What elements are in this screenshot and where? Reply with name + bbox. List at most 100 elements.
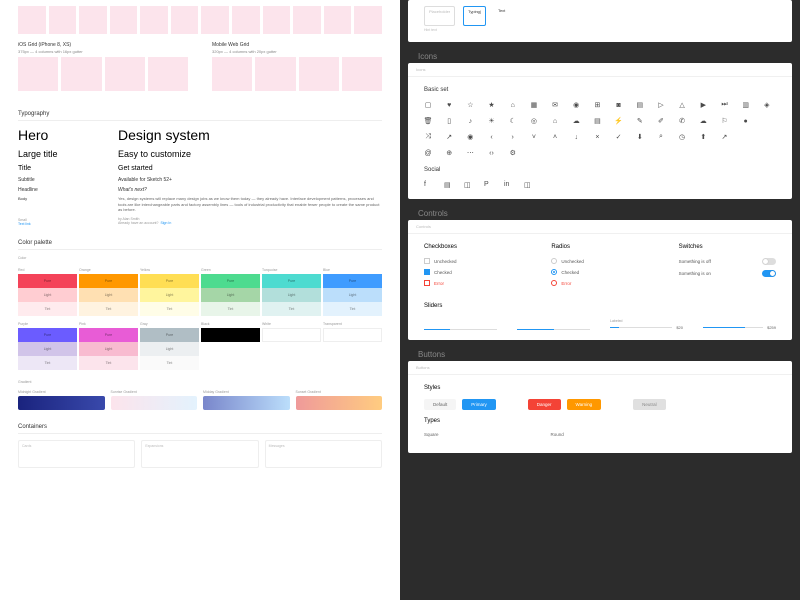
pencil-icon: ✎	[636, 117, 644, 125]
buttons-breadcrumb: Buttons	[408, 361, 792, 375]
bell-icon: ✉	[551, 101, 559, 109]
share-social-icon: ◫	[524, 181, 532, 189]
large-title-sample: Large title	[18, 149, 118, 159]
external-icon: ↗	[720, 133, 728, 141]
skip-icon: ⏭	[720, 101, 728, 109]
chevron-up-icon: ˄	[551, 133, 559, 141]
radio-unchecked[interactable]: Unchecked	[551, 258, 648, 264]
cart-icon: ▤	[636, 101, 644, 109]
swatch-red: RedPureLightTint	[18, 268, 77, 316]
hero-text: Design system	[118, 127, 382, 143]
body-text: Yes, design systems will replace many de…	[118, 196, 382, 213]
twitter-icon: ▤	[444, 181, 452, 189]
slider-basic[interactable]	[424, 329, 497, 331]
sun-icon: ☀	[488, 117, 496, 125]
controls-breadcrumb: Controls	[408, 220, 792, 234]
textlink-sample[interactable]: Text link	[18, 222, 118, 226]
typing-input[interactable]: Typing|	[463, 6, 486, 26]
icon-grid: ▢♥☆★⌂▦✉◉⊞◙▤▷△▶⏭▥◈🗑▯♪☀☾◎⌂☁▤⚡✎✐✆☁⚐●⤨↗◉‹›˅˄…	[424, 101, 776, 157]
star-icon: ★	[488, 101, 496, 109]
null2-icon	[742, 133, 750, 141]
ios-grid-sub: 375px — 4 columns with 16px gutter	[18, 49, 188, 54]
square-label: Square	[424, 432, 439, 437]
checkbox-checked[interactable]: Checked	[424, 269, 521, 275]
checkboxes-title: Checkboxes	[424, 244, 521, 250]
switch-off[interactable]: Something is off	[679, 258, 776, 265]
swatch-pink: PinkPureLightTint	[79, 322, 138, 370]
home-icon: ⌂	[551, 117, 559, 125]
tag-icon: ⌂	[509, 101, 517, 109]
icons-breadcrumb: Icons	[408, 63, 792, 77]
grid-row-top	[18, 6, 382, 34]
dots-icon: ⋯	[466, 149, 474, 157]
hero-sample: Hero	[18, 127, 118, 143]
radios-title: Radios	[551, 244, 648, 250]
title-sample: Title	[18, 165, 118, 172]
warning-button[interactable]: Warning	[567, 399, 602, 410]
search-icon: ⌕	[657, 133, 665, 141]
swatch-gray: GrayPureLightTint	[140, 322, 199, 370]
slider-mid[interactable]	[517, 329, 590, 331]
chevron-down-icon: ˅	[530, 133, 538, 141]
round-label: Round	[551, 432, 564, 437]
radio-error[interactable]: Error	[551, 280, 648, 286]
facebook-icon: f	[424, 181, 432, 189]
social-title: Social	[424, 167, 776, 173]
swatch-transparent: Transparent	[323, 322, 382, 370]
pinterest-icon: P	[484, 181, 492, 189]
styles-title: Styles	[424, 385, 776, 391]
instagram-icon: ◫	[464, 181, 472, 189]
award-icon: ⚐	[720, 117, 728, 125]
types-title: Types	[424, 418, 776, 424]
shuffle-icon: ⤨	[424, 133, 432, 141]
primary-button[interactable]: Primary	[462, 399, 496, 410]
close-icon: ×	[593, 133, 601, 141]
arrow-down-icon: ↓	[572, 133, 580, 141]
mobile-grid-sub: 320px — 4 columns with 20px gutter	[212, 49, 382, 54]
cloud-icon: ☁	[572, 117, 580, 125]
swatch-orange: OrangePureLightTint	[79, 268, 138, 316]
neutral-button[interactable]: Neutral	[633, 399, 666, 410]
clock-icon: ◷	[678, 133, 686, 141]
checkbox-error[interactable]: Error	[424, 280, 521, 286]
headline-sample: Headline	[18, 187, 118, 193]
danger-button[interactable]: Danger	[528, 399, 561, 410]
swatch-purple: PurplePureLightTint	[18, 322, 77, 370]
social-row: f▤◫Pin◫	[424, 181, 776, 189]
palette-row-1: RedPureLightTintOrangePureLightTintYello…	[18, 268, 382, 316]
text-input[interactable]: Text	[494, 6, 509, 26]
container-cards: Cards	[18, 440, 135, 468]
users-icon: ⊞	[593, 101, 601, 109]
containers-heading: Containers	[18, 424, 382, 434]
placeholder-input[interactable]: Placeholder	[424, 6, 455, 26]
swatch-turquoise: TurquoisePureLightTint	[262, 268, 321, 316]
color-subheading: Color	[18, 256, 382, 260]
chevron-left-icon: ‹	[488, 133, 496, 141]
mic-icon: ●	[742, 117, 750, 125]
body-sample: Body	[18, 196, 118, 201]
radio-checked[interactable]: Checked	[551, 269, 648, 275]
star-outline-icon: ☆	[466, 101, 474, 109]
pen-icon: ✐	[657, 117, 665, 125]
upload-icon: ⬆	[699, 133, 707, 141]
download-icon: ⬇	[636, 133, 644, 141]
icons-section-heading: Icons	[400, 48, 800, 63]
gradient-midday-gradient: Midday Gradient	[203, 390, 290, 410]
cloud-upload-icon: ☁	[699, 117, 707, 125]
ios-grid-label: iOS Grid (iPhone 8, XS)	[18, 42, 188, 48]
gradient-row: Midnight GradientSunrise GradientMidday …	[18, 390, 382, 410]
right-panel: Placeholder Hint text Typing| Text Icons…	[400, 0, 800, 600]
subtitle-text: Available for Sketch 52+	[118, 177, 382, 183]
swatch-green: GreenPureLightTint	[201, 268, 260, 316]
left-document-panel: iOS Grid (iPhone 8, XS) 375px — 4 column…	[0, 0, 400, 600]
target-icon: ◎	[530, 117, 538, 125]
slider-labeled[interactable]: Labeled $20	[610, 319, 683, 330]
checkbox-unchecked[interactable]: Unchecked	[424, 258, 521, 264]
default-button[interactable]: Default	[424, 399, 456, 410]
note-icon: ♪	[466, 117, 474, 125]
buttons-section-heading: Buttons	[400, 346, 800, 361]
switch-on[interactable]: Something is on	[679, 270, 776, 277]
signin-link[interactable]: Sign In	[160, 221, 171, 225]
slider-labeled-2[interactable]: $259	[703, 325, 776, 330]
globe-icon: ⊕	[445, 149, 453, 157]
